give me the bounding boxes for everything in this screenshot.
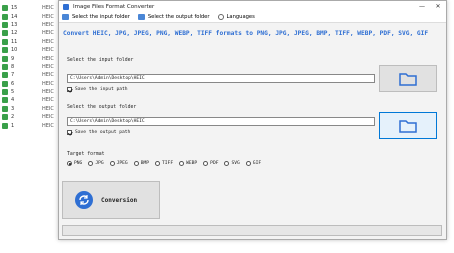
radio-bmp[interactable]: BMP	[133, 161, 149, 166]
radio-svg[interactable]: SVG	[224, 161, 240, 166]
conversion-button[interactable]: Conversion	[62, 181, 160, 219]
file-icon	[2, 21, 8, 28]
output-folder-label: Select the output folder	[67, 105, 137, 110]
radio-dot[interactable]	[245, 161, 251, 166]
list-item[interactable]: 4 HEIC	[0, 96, 60, 104]
app-icon	[63, 3, 69, 10]
list-item[interactable]: 10 HEIC	[0, 46, 60, 54]
radio-dot[interactable]	[88, 161, 94, 166]
folder-icon	[62, 14, 69, 20]
window-title: Image Files Format Converter	[73, 3, 155, 10]
radio-dot[interactable]	[203, 161, 209, 166]
list-item[interactable]: 8 HEIC	[0, 63, 60, 71]
output-folder-button[interactable]	[379, 112, 437, 139]
input-folder-label: Select the input folder	[67, 58, 134, 63]
save-input-path-checkbox[interactable]: Save the input path	[67, 87, 128, 92]
radio-webp[interactable]: WEBP	[179, 161, 197, 166]
checkbox-checked[interactable]	[67, 87, 72, 92]
close-button[interactable]: ✕	[430, 3, 446, 10]
target-format-label: Target format	[67, 152, 105, 157]
file-icon	[2, 122, 8, 129]
background-file-list: 15 HEIC 14 HEIC 13 HEIC 12 HEIC 11 HEIC 10 HEI…	[0, 4, 60, 130]
file-icon	[2, 47, 8, 54]
select-input-folder-button[interactable]: Select the input folder	[62, 14, 130, 20]
folder-icon	[399, 72, 417, 86]
radio-pdf[interactable]: PDF	[203, 161, 218, 166]
title-bar[interactable]: Image Files Format Converter — ✕	[59, 1, 446, 12]
radio-dot[interactable]	[224, 161, 230, 166]
file-icon	[2, 63, 8, 70]
radio-jpeg[interactable]: JPEG	[109, 161, 128, 166]
radio-dot[interactable]	[109, 161, 115, 166]
list-item[interactable]: 2 HEIC	[0, 113, 60, 121]
radio-dot[interactable]	[179, 161, 185, 166]
file-icon	[2, 13, 8, 20]
list-item[interactable]: 5 HEIC	[0, 88, 60, 96]
radio-dot[interactable]	[133, 161, 139, 166]
list-item[interactable]: 1 HEIC	[0, 121, 60, 129]
file-icon	[2, 114, 8, 121]
converter-window: Image Files Format Converter — ✕ Select …	[58, 0, 447, 240]
list-item[interactable]: 14 HEIC	[0, 12, 60, 20]
checkbox-checked[interactable]	[67, 130, 72, 135]
list-item[interactable]: 11 HEIC	[0, 38, 60, 46]
globe-icon	[217, 14, 224, 20]
file-icon	[2, 5, 8, 12]
radio-gif[interactable]: GIF	[245, 161, 261, 166]
file-icon	[2, 55, 8, 62]
radio-tiff[interactable]: TIFF	[155, 161, 173, 166]
radio-jpg[interactable]: JPG	[88, 161, 104, 166]
minimize-button[interactable]: —	[414, 3, 430, 10]
save-output-path-checkbox[interactable]: Save the output path	[67, 130, 130, 135]
radio-dot[interactable]	[155, 161, 161, 166]
file-icon	[2, 105, 8, 112]
refresh-icon	[75, 191, 93, 209]
input-folder-button[interactable]	[379, 65, 437, 92]
list-item[interactable]: 9 HEIC	[0, 54, 60, 62]
file-icon	[2, 72, 8, 79]
list-item[interactable]: 6 HEIC	[0, 80, 60, 88]
headline: Convert HEIC, JPG, JPEG, PNG, WEBP, TIFF…	[63, 30, 429, 37]
output-path-field[interactable]: C:\Users\Admin\Desktop\HEIC	[67, 117, 375, 126]
file-icon	[2, 30, 8, 37]
file-icon	[2, 80, 8, 87]
input-path-field[interactable]: C:\Users\Admin\Desktop\HEIC	[67, 74, 375, 83]
file-icon	[2, 89, 8, 96]
list-item[interactable]: 3 HEIC	[0, 105, 60, 113]
list-item[interactable]: 15 HEIC	[0, 4, 60, 12]
select-output-folder-button[interactable]: Select the output folder	[137, 14, 210, 20]
languages-button[interactable]: Languages	[217, 14, 255, 20]
list-item[interactable]: 12 HEIC	[0, 29, 60, 37]
file-icon	[2, 97, 8, 104]
file-icon	[2, 38, 8, 45]
folder-icon	[137, 14, 145, 20]
format-radio-group: PNG JPG JPEG BMP TIFF WEBP PDF SVG GIF	[67, 161, 267, 166]
toolbar: Select the input folder Select the outpu…	[59, 12, 446, 23]
list-item[interactable]: 7 HEIC	[0, 71, 60, 79]
progress-bar	[62, 225, 442, 236]
radio-selected[interactable]	[67, 161, 72, 166]
folder-icon	[399, 119, 417, 133]
list-item[interactable]: 13 HEIC	[0, 21, 60, 29]
radio-png[interactable]: PNG	[67, 161, 82, 166]
